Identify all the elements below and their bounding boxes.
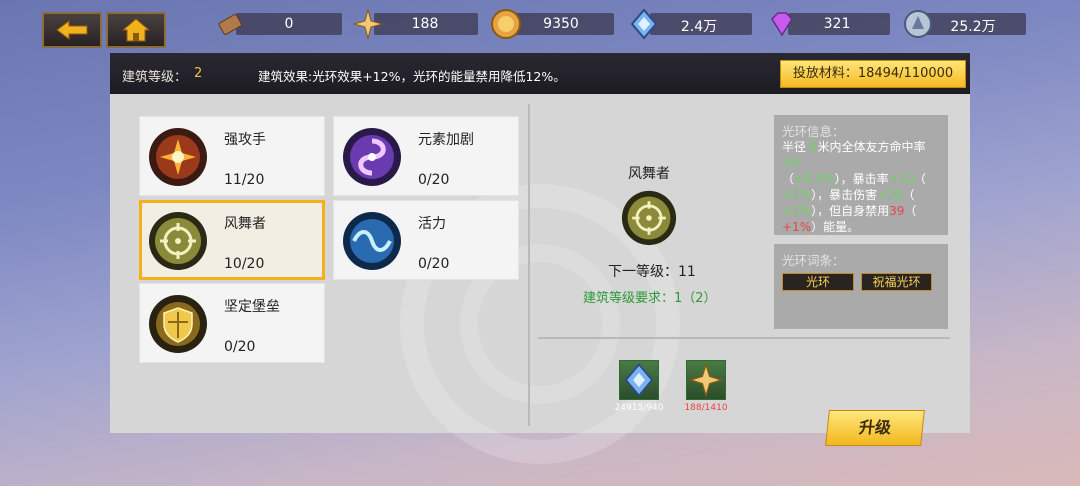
aura-info-segment: +0.5% — [794, 172, 835, 186]
resource-value: 2.4万 — [680, 19, 718, 35]
target-icon — [149, 212, 207, 270]
target-icon — [621, 190, 677, 246]
skill-name: 风舞者 — [224, 216, 266, 232]
aura-info-segment: +30 — [877, 188, 903, 202]
aura-info-segment: 半径 — [782, 140, 810, 154]
skill-count: 11/20 — [224, 172, 265, 188]
skill-card-vitality[interactable]: 活力 0/20 — [333, 200, 519, 280]
shield-icon — [149, 295, 207, 353]
aura-info-box: 光环信息： 半径 6米内全体友方命中率+6 （+0.5%），暴击率+10（ +1%）… — [774, 115, 948, 235]
skill-card-fortress[interactable]: 坚定堡垒 0/20 — [139, 283, 325, 363]
aura-info-segment: ），暴击伤害 — [811, 188, 878, 202]
cost-crystal-slot[interactable] — [619, 360, 659, 400]
aura-tag[interactable]: 祝福光环 — [861, 273, 932, 291]
skill-card-wind-dancer[interactable]: 风舞者 10/20 — [139, 200, 325, 280]
aura-info-segment: （ — [904, 204, 917, 218]
resource-value: 188 — [411, 16, 439, 32]
resource-orb: 25.2万 — [904, 10, 1026, 38]
skill-count: 0/20 — [418, 172, 450, 188]
skill-card-element[interactable]: 元素加剧 0/20 — [333, 116, 519, 196]
skill-name: 活力 — [418, 216, 446, 232]
resource-value: 25.2万 — [950, 19, 996, 35]
building-level-value: 2 — [194, 66, 203, 81]
home-icon — [121, 18, 151, 42]
panel-header: 建筑等级： 2 建筑效果:光环效果+12%，光环的能量禁用降低12%。 投放材料… — [110, 53, 970, 94]
blue-crystal-icon — [624, 363, 654, 397]
back-button[interactable] — [42, 12, 102, 48]
element-swirl-icon — [343, 128, 401, 186]
selected-skill-name: 风舞者 — [628, 166, 670, 182]
aura-info-segment: +10 — [888, 172, 914, 186]
resource-gold: 9350 — [491, 9, 614, 39]
aura-info-segment: ）能量。 — [811, 220, 860, 234]
cost-star-value: 188/1410 — [684, 403, 728, 413]
aura-info-segment: （ — [902, 188, 915, 202]
aura-info-line: （+0.5%），暴击率+10（ — [782, 171, 942, 187]
building-panel: 建筑等级： 2 建筑效果:光环效果+12%，光环的能量禁用降低12%。 投放材料… — [110, 53, 970, 464]
resource-value: 9350 — [543, 16, 579, 32]
back-arrow-icon — [56, 20, 88, 40]
aura-info-segment: 米内全体友方命中率 — [817, 140, 926, 154]
aura-tags-title: 光环词条： — [782, 253, 845, 268]
building-effect-text: 建筑效果:光环效果+12%，光环的能量禁用降低12%。 — [258, 69, 566, 84]
top-bar: 0 188 9350 2.4万 321 25.2万 — [0, 0, 1080, 50]
resource-diamond: 321 — [771, 12, 890, 37]
vertical-divider — [528, 104, 530, 426]
aura-info-segment: +1% — [782, 188, 812, 202]
cost-star-slot[interactable] — [686, 360, 726, 400]
resource-crystal: 2.4万 — [630, 8, 752, 40]
aura-info-segment: ），但自身禁用 — [811, 204, 890, 218]
star-compass-icon — [688, 362, 724, 398]
skill-name: 强攻手 — [224, 132, 266, 148]
panel-content: 强攻手 11/20 元素加剧 0/20 风舞者 10/20 活力 0/20 坚定… — [110, 94, 970, 464]
strike-icon — [149, 128, 207, 186]
skill-name: 坚定堡垒 — [224, 299, 280, 315]
resource-scroll: 0 — [218, 13, 342, 35]
cost-crystal-value: 24915/940 — [614, 403, 664, 413]
aura-tag[interactable]: 光环 — [782, 273, 854, 291]
aura-info-line: +1%）能量。 — [782, 219, 942, 235]
resource-value: 321 — [823, 16, 851, 32]
home-button[interactable] — [106, 12, 166, 48]
aura-info-line: 半径 6米内全体友方命中率+6 — [782, 139, 942, 171]
aura-info-title: 光环信息： — [782, 124, 845, 139]
aura-info-text: 半径 6米内全体友方命中率+6 （+0.5%），暴击率+10（ +1%），暴击伤害+… — [782, 139, 942, 235]
deposit-material-button[interactable]: 投放材料：18494/110000 — [780, 60, 966, 88]
aura-tags-box: 光环词条： 光环 祝福光环 — [774, 244, 948, 329]
building-level-label: 建筑等级： — [122, 70, 188, 85]
skill-name: 元素加剧 — [418, 132, 474, 148]
aura-info-segment: ），暴击率 — [834, 172, 889, 186]
aura-info-line: +1%），但自身禁用39（ — [782, 203, 942, 219]
scroll-icon — [218, 14, 242, 35]
aura-info-segment: 39 — [889, 204, 905, 218]
skill-count: 10/20 — [224, 256, 265, 272]
aura-info-segment: +6 — [782, 156, 800, 170]
skill-count: 0/20 — [418, 256, 450, 272]
vitality-wave-icon — [343, 212, 401, 270]
horizontal-divider — [538, 337, 950, 339]
resource-star: 188 — [352, 8, 478, 40]
aura-info-segment: +1% — [782, 204, 812, 218]
aura-info-segment: +1% — [782, 220, 812, 234]
level-requirement-text: 建筑等级要求：1（2） — [583, 291, 717, 306]
upgrade-button[interactable]: 升级 — [825, 410, 925, 446]
skill-count: 0/20 — [224, 339, 256, 355]
aura-info-line: +1%），暴击伤害+30（ — [782, 187, 942, 203]
aura-info-segment: （ — [782, 172, 795, 186]
resource-value: 0 — [284, 16, 294, 32]
aura-info-segment: （ — [913, 172, 926, 186]
next-level-text: 下一等级：11 — [608, 264, 696, 280]
skill-card-strike[interactable]: 强攻手 11/20 — [139, 116, 325, 196]
